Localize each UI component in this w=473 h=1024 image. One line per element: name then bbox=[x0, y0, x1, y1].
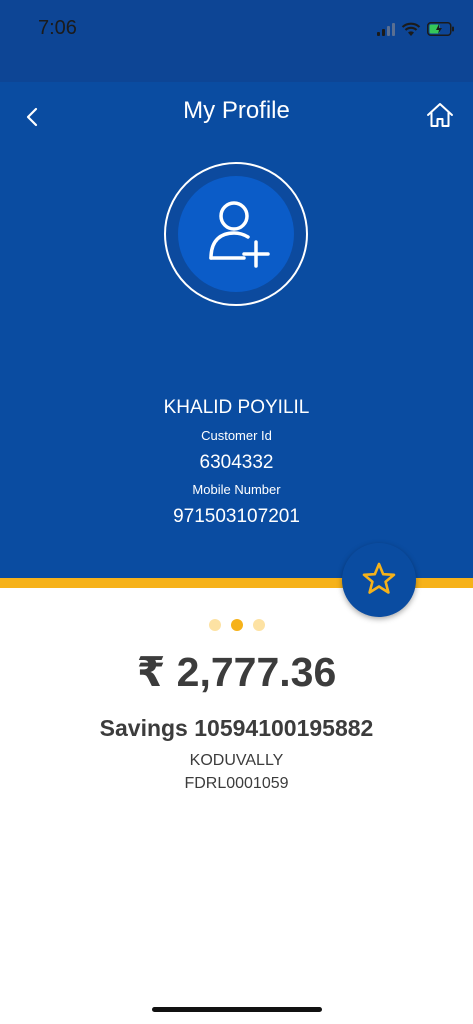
account-title[interactable]: Savings 10594100195882 bbox=[0, 715, 473, 742]
customer-id-value: 6304332 bbox=[199, 452, 274, 473]
signal-icon bbox=[377, 22, 395, 36]
customer-name: KHALID POYILIL bbox=[163, 397, 310, 418]
status-time: 7:06 bbox=[38, 17, 77, 39]
carousel-dot[interactable] bbox=[208, 619, 221, 631]
battery-icon bbox=[427, 22, 454, 36]
home-icon bbox=[427, 103, 453, 127]
avatar[interactable] bbox=[164, 162, 308, 306]
page-title: My Profile bbox=[183, 97, 290, 124]
customer-id-label: Customer Id bbox=[201, 428, 272, 443]
account-number: 10594100195882 bbox=[194, 715, 374, 741]
branch-name: KODUVALLY bbox=[189, 752, 284, 769]
mobile-number-label: Mobile Number bbox=[192, 482, 281, 497]
profile-header: My Profile KHALID POYILIL Customer Id 63… bbox=[0, 82, 473, 578]
favorite-button[interactable] bbox=[342, 543, 416, 617]
mobile-number-value: 971503107201 bbox=[173, 506, 300, 527]
avatar-inner bbox=[178, 176, 294, 292]
account-type: Savings bbox=[99, 715, 188, 741]
add-user-icon bbox=[209, 201, 270, 268]
status-icons bbox=[377, 18, 455, 40]
carousel-dot[interactable] bbox=[252, 619, 265, 631]
home-button[interactable] bbox=[425, 100, 455, 130]
account-balance: ₹ 2,777.36 bbox=[136, 649, 337, 695]
status-bar: 7:06 bbox=[0, 0, 473, 82]
carousel-dot-active[interactable] bbox=[230, 619, 243, 631]
wifi-icon bbox=[401, 22, 421, 36]
carousel-indicator bbox=[0, 619, 473, 631]
ifsc-code: FDRL0001059 bbox=[184, 775, 289, 792]
star-icon bbox=[362, 562, 396, 594]
home-indicator[interactable] bbox=[152, 1007, 322, 1012]
